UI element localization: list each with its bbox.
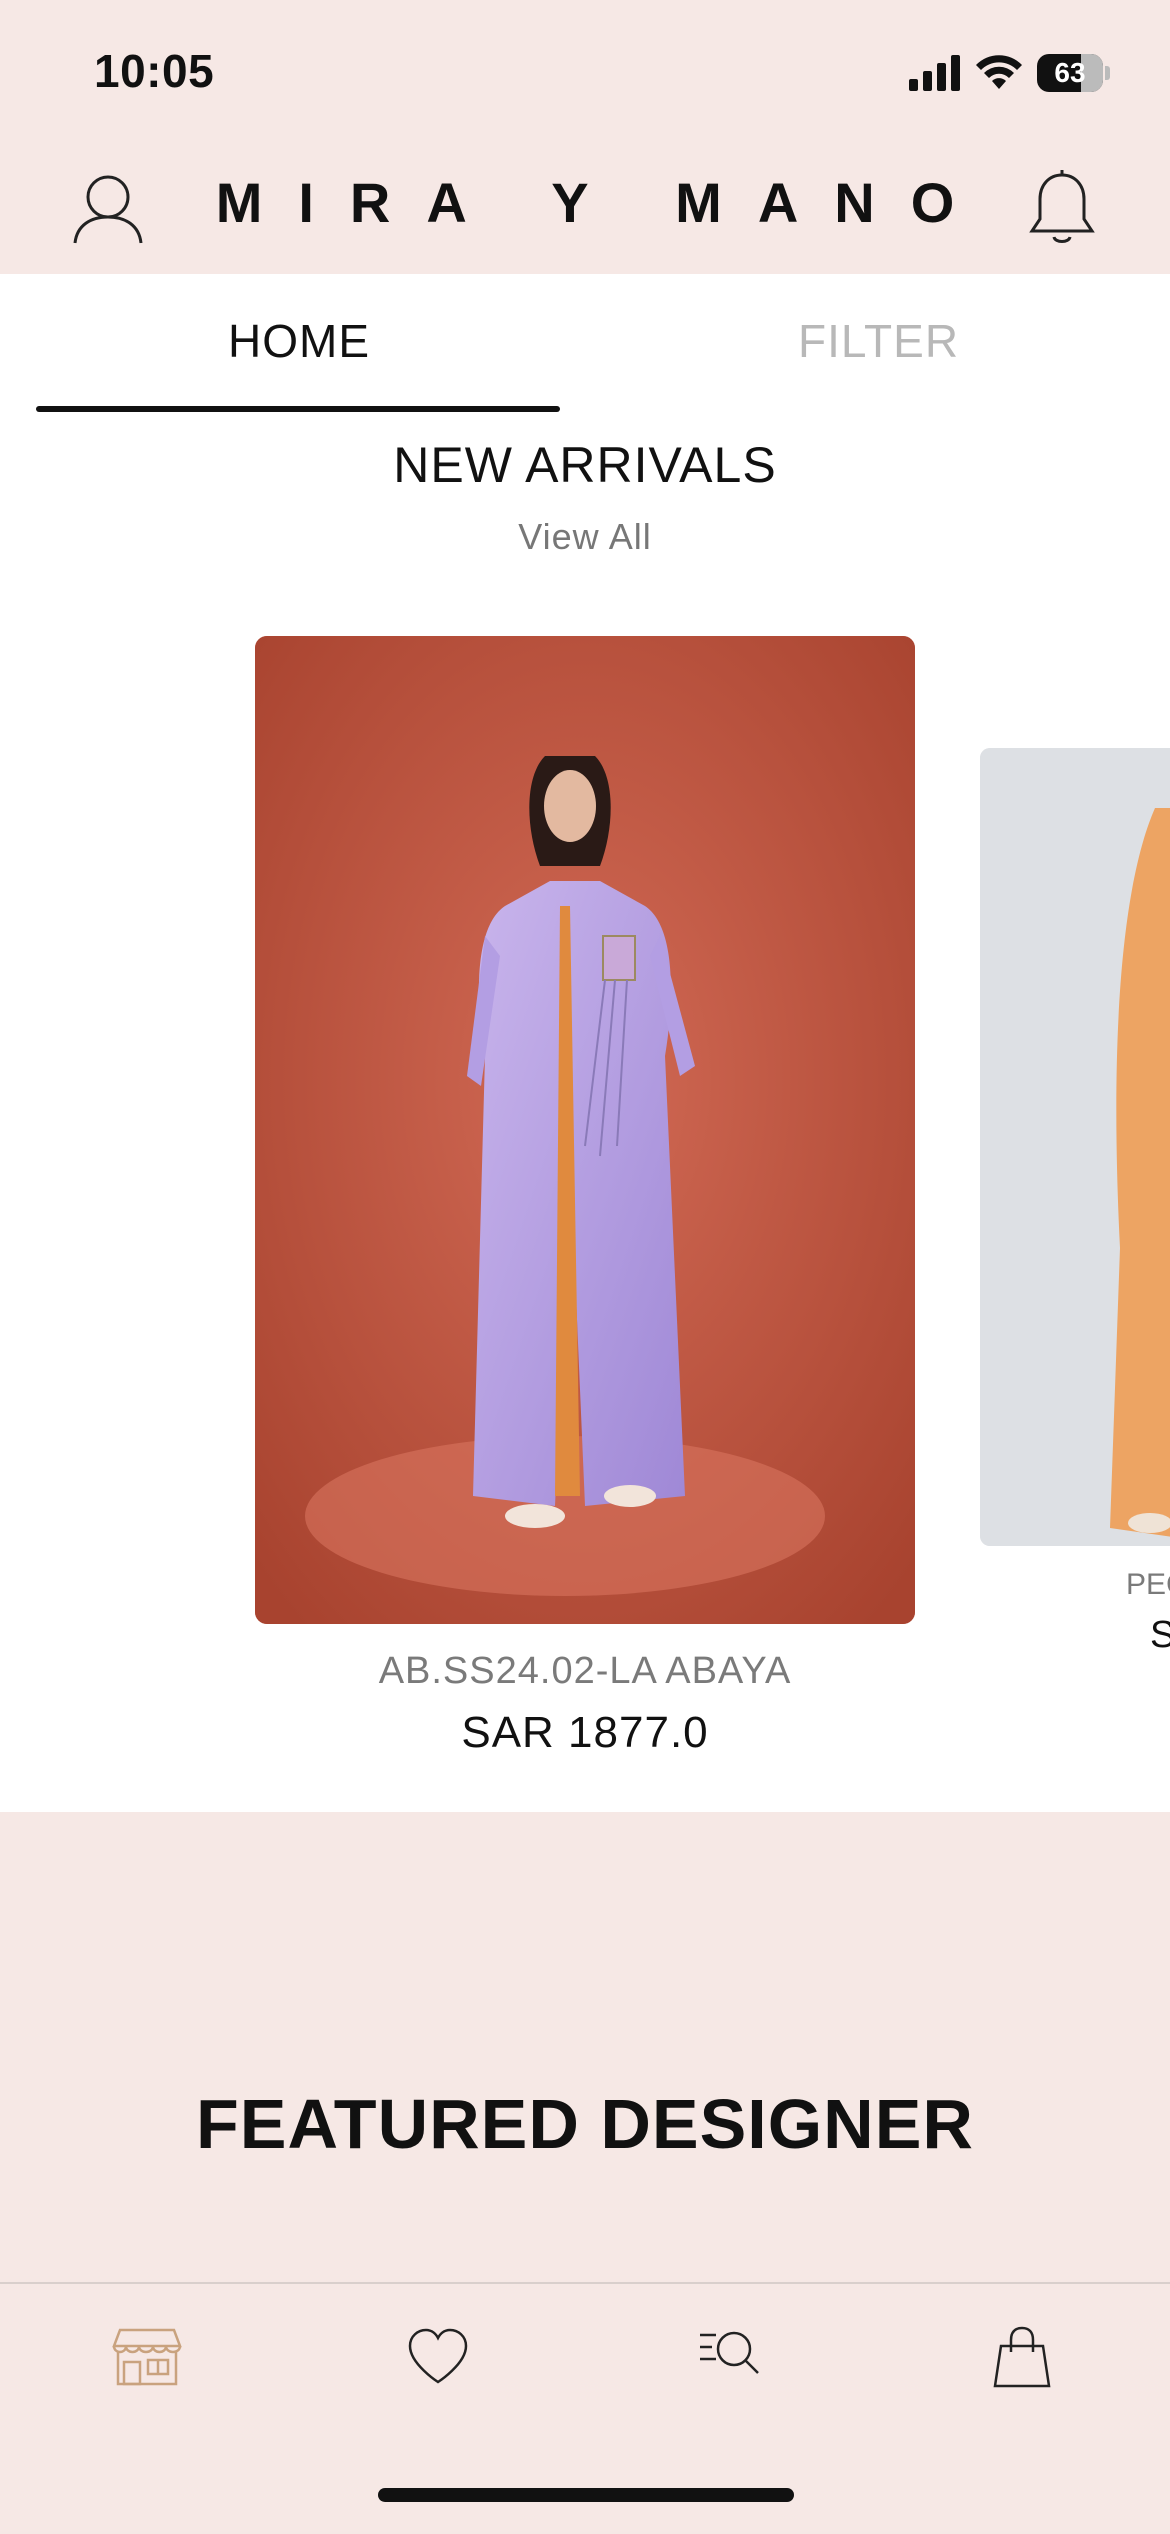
status-bar: 10:05 63: [0, 0, 1170, 140]
home-indicator: [378, 2488, 794, 2502]
nav-cart[interactable]: [977, 2312, 1067, 2402]
view-all-link[interactable]: View All: [0, 516, 1170, 558]
product-name[interactable]: PEC: [1126, 1568, 1170, 1602]
heart-icon: [408, 2328, 468, 2384]
active-tab-indicator: [36, 406, 560, 412]
battery-level: 63: [1054, 57, 1086, 88]
featured-designer-title: FEATURED DESIGNER: [196, 2085, 974, 2163]
nav-search[interactable]: [685, 2312, 775, 2402]
product-price: S: [1150, 1614, 1170, 1656]
wifi-icon: [976, 55, 1022, 89]
tab-bar: HOME FILTER: [0, 274, 1170, 414]
store-icon: [112, 2328, 182, 2386]
notifications-button[interactable]: [1022, 168, 1102, 248]
product-name[interactable]: AB.SS24.02-LA ABAYA: [0, 1650, 1170, 1693]
battery-icon: 63: [1037, 54, 1103, 92]
nav-store[interactable]: [102, 2312, 192, 2402]
product-image[interactable]: [255, 636, 915, 1624]
search-list-icon: [700, 2331, 759, 2374]
status-icons: 63: [909, 50, 1110, 96]
tab-filter[interactable]: FILTER: [798, 314, 959, 368]
featured-designer-section: FEATURED DESIGNER: [0, 1812, 1170, 2282]
cellular-signal-icon: [909, 55, 960, 91]
tab-home[interactable]: HOME: [228, 314, 370, 368]
status-time: 10:05: [94, 45, 215, 97]
new-arrivals-title: NEW ARRIVALS: [393, 437, 777, 493]
nav-wishlist[interactable]: [393, 2312, 483, 2402]
app-header: MIRA Y MANO: [0, 140, 1170, 274]
shopping-bag-icon: [993, 2326, 1051, 2388]
product-image-next[interactable]: [980, 748, 1170, 1546]
bell-icon: [1029, 170, 1095, 243]
brand-logo: MIRA Y MANO: [215, 171, 991, 234]
product-price: SAR 1877.0: [461, 1708, 709, 1757]
